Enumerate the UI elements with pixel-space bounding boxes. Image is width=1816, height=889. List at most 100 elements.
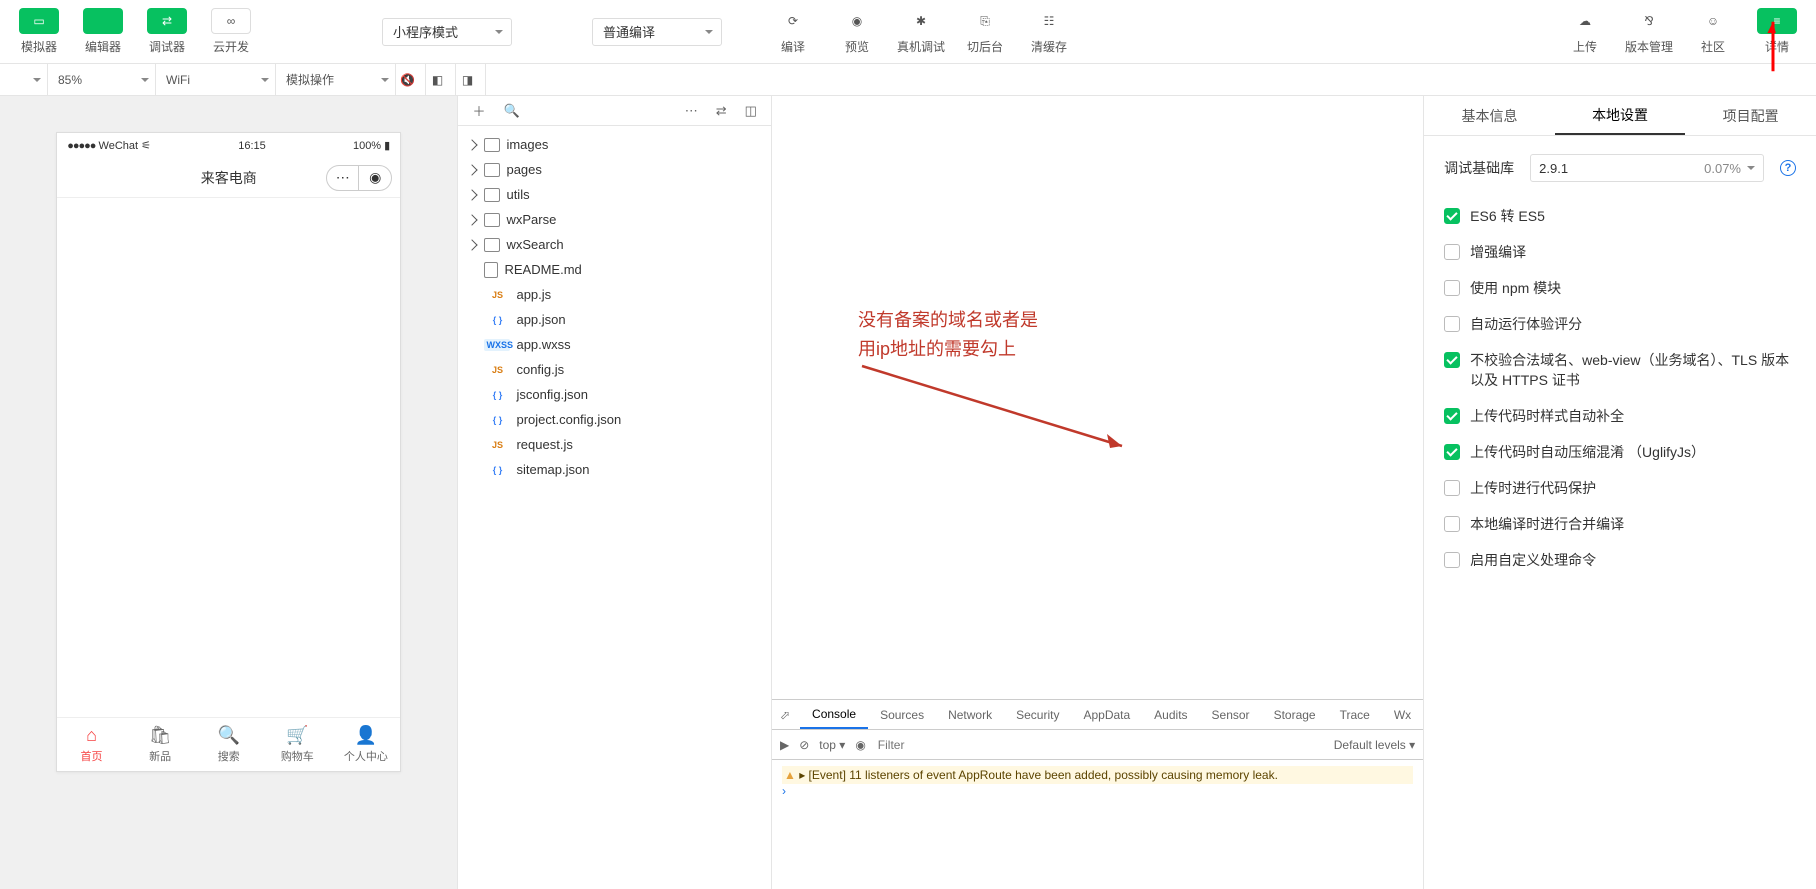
devtools-tab-audits[interactable]: Audits xyxy=(1142,700,1199,729)
checkbox[interactable] xyxy=(1444,408,1460,424)
eye-icon[interactable]: ◉ xyxy=(855,738,865,752)
调试器-button[interactable]: ⇄调试器 xyxy=(136,4,198,60)
mute-button[interactable]: 🔇 xyxy=(396,64,426,95)
clear-icon[interactable]: ⊘ xyxy=(799,738,809,752)
file-app.js[interactable]: JSapp.js xyxy=(458,282,771,307)
模拟器-button[interactable]: ▭模拟器 xyxy=(8,4,70,60)
folder-utils[interactable]: utils xyxy=(458,182,771,207)
file-project.config.json[interactable]: { }project.config.json xyxy=(458,407,771,432)
checkbox-label: 上传代码时样式自动补全 xyxy=(1470,406,1624,426)
capsule-button[interactable]: ⋯ ◉ xyxy=(326,165,392,191)
file-toolbar: ＋ 🔍 ⋯ ⇄ ◫ xyxy=(458,96,771,126)
file-app.json[interactable]: { }app.json xyxy=(458,307,771,332)
collapse-icon[interactable]: ⇄ xyxy=(716,103,727,119)
file-README.md[interactable]: README.md xyxy=(458,257,771,282)
inspect-icon[interactable]: ⬀ xyxy=(780,708,790,722)
devtools-tab-appdata[interactable]: AppData xyxy=(1071,700,1142,729)
真机调试-button[interactable]: ✱真机调试 xyxy=(890,4,952,60)
tab-购物车[interactable]: 🛒购物车 xyxy=(263,718,332,771)
dock-left-button[interactable]: ◧ xyxy=(426,64,456,95)
help-icon[interactable]: ? xyxy=(1780,160,1796,176)
details-tab-本地设置[interactable]: 本地设置 xyxy=(1555,96,1686,135)
device-dropdown[interactable] xyxy=(0,64,48,95)
setting-增强编译[interactable]: 增强编译 xyxy=(1444,242,1796,262)
split-icon[interactable]: ◫ xyxy=(745,103,757,119)
more-icon[interactable]: ⋯ xyxy=(685,103,698,119)
devtools-tab-console[interactable]: Console xyxy=(800,700,868,729)
levels-selector[interactable]: Default levels ▾ xyxy=(1334,738,1415,752)
tab-首页[interactable]: ⌂首页 xyxy=(57,718,126,771)
云开发-button[interactable]: ∞云开发 xyxy=(200,4,262,60)
setting-本地编译时进[interactable]: 本地编译时进行合并编译 xyxy=(1444,514,1796,534)
setting-自动运行体验[interactable]: 自动运行体验评分 xyxy=(1444,314,1796,334)
page-title: 来客电商 xyxy=(201,168,257,188)
社区-button[interactable]: ☺社区 xyxy=(1682,4,1744,60)
setting-使用 npm[interactable]: 使用 npm 模块 xyxy=(1444,278,1796,298)
checkbox[interactable] xyxy=(1444,480,1460,496)
setting-上传代码时样[interactable]: 上传代码时样式自动补全 xyxy=(1444,406,1796,426)
setting-上传代码时自[interactable]: 上传代码时自动压缩混淆 （UglifyJs） xyxy=(1444,442,1796,462)
setting-启用自定义处[interactable]: 启用自定义处理命令 xyxy=(1444,550,1796,570)
file-config.js[interactable]: JSconfig.js xyxy=(458,357,771,382)
new-file-button[interactable]: ＋ xyxy=(472,101,485,120)
sim-tabbar: ⌂首页🛍新品🔍搜索🛒购物车👤个人中心 xyxy=(57,717,400,771)
checkbox[interactable] xyxy=(1444,280,1460,296)
play-icon[interactable]: ▶ xyxy=(780,738,789,752)
tab-新品[interactable]: 🛍新品 xyxy=(126,718,195,771)
context-selector[interactable]: top ▾ xyxy=(819,738,845,752)
预览-button[interactable]: ◉预览 xyxy=(826,4,888,60)
compile-dropdown[interactable]: 普通编译 xyxy=(592,18,722,46)
详情-button[interactable]: ≡详情 xyxy=(1746,4,1808,60)
devtools-tab-wx[interactable]: Wx xyxy=(1382,700,1423,729)
tab-搜索[interactable]: 🔍搜索 xyxy=(194,718,263,771)
checkbox[interactable] xyxy=(1444,244,1460,260)
wifi-icon: ⚟ xyxy=(141,140,151,152)
details-tab-基本信息[interactable]: 基本信息 xyxy=(1424,96,1555,135)
编辑器-button[interactable]: 编辑器 xyxy=(72,4,134,60)
mock-dropdown[interactable]: 模拟操作 xyxy=(276,64,396,95)
checkbox-label: 增强编译 xyxy=(1470,242,1526,262)
folder-wxParse[interactable]: wxParse xyxy=(458,207,771,232)
tab-个人中心[interactable]: 👤个人中心 xyxy=(332,718,401,771)
file-sitemap.json[interactable]: { }sitemap.json xyxy=(458,457,771,482)
setting-上传时进行代[interactable]: 上传时进行代码保护 xyxy=(1444,478,1796,498)
console-prompt[interactable]: › xyxy=(782,784,1413,798)
版本管理-button[interactable]: ⅋版本管理 xyxy=(1618,4,1680,60)
dock-right-button[interactable]: ◨ xyxy=(456,64,486,95)
上传-button[interactable]: ☁上传 xyxy=(1554,4,1616,60)
清缓存-button[interactable]: ☷清缓存 xyxy=(1018,4,1080,60)
capsule-menu-icon[interactable]: ⋯ xyxy=(327,166,359,190)
capsule-close-icon[interactable]: ◉ xyxy=(359,166,391,190)
编译-button[interactable]: ⟳编译 xyxy=(762,4,824,60)
setting-不校验合法域[interactable]: 不校验合法域名、web-view（业务域名）、TLS 版本以及 HTTPS 证书 xyxy=(1444,350,1796,390)
devtools-tab-network[interactable]: Network xyxy=(936,700,1004,729)
devtools-tab-security[interactable]: Security xyxy=(1004,700,1071,729)
details-tab-项目配置[interactable]: 项目配置 xyxy=(1685,96,1816,135)
filter-input[interactable] xyxy=(876,736,1324,754)
file-jsconfig.json[interactable]: { }jsconfig.json xyxy=(458,382,771,407)
file-app.wxss[interactable]: WXSSapp.wxss xyxy=(458,332,771,357)
setting-ES6 转[interactable]: ES6 转 ES5 xyxy=(1444,206,1796,226)
checkbox-label: 不校验合法域名、web-view（业务域名）、TLS 版本以及 HTTPS 证书 xyxy=(1470,350,1796,390)
debug-lib-select[interactable]: 2.9.1 0.07% xyxy=(1530,154,1764,182)
folder-pages[interactable]: pages xyxy=(458,157,771,182)
checkbox[interactable] xyxy=(1444,316,1460,332)
切后台-button[interactable]: ⎘切后台 xyxy=(954,4,1016,60)
file-request.js[interactable]: JSrequest.js xyxy=(458,432,771,457)
folder-wxSearch[interactable]: wxSearch xyxy=(458,232,771,257)
checkbox[interactable] xyxy=(1444,444,1460,460)
devtools-tab-trace[interactable]: Trace xyxy=(1328,700,1382,729)
network-dropdown[interactable]: WiFi xyxy=(156,64,276,95)
folder-images[interactable]: images xyxy=(458,132,771,157)
devtools-tab-sources[interactable]: Sources xyxy=(868,700,936,729)
checkbox[interactable] xyxy=(1444,352,1460,368)
devtools-tab-sensor[interactable]: Sensor xyxy=(1200,700,1262,729)
checkbox[interactable] xyxy=(1444,208,1460,224)
devtools-tab-storage[interactable]: Storage xyxy=(1262,700,1328,729)
search-icon[interactable]: 🔍 xyxy=(503,103,519,119)
console-log: ▸ [Event] 11 listeners of event AppRoute… xyxy=(772,760,1423,804)
mode-dropdown[interactable]: 小程序模式 xyxy=(382,18,512,46)
checkbox[interactable] xyxy=(1444,552,1460,568)
zoom-dropdown[interactable]: 85% xyxy=(48,64,156,95)
checkbox[interactable] xyxy=(1444,516,1460,532)
